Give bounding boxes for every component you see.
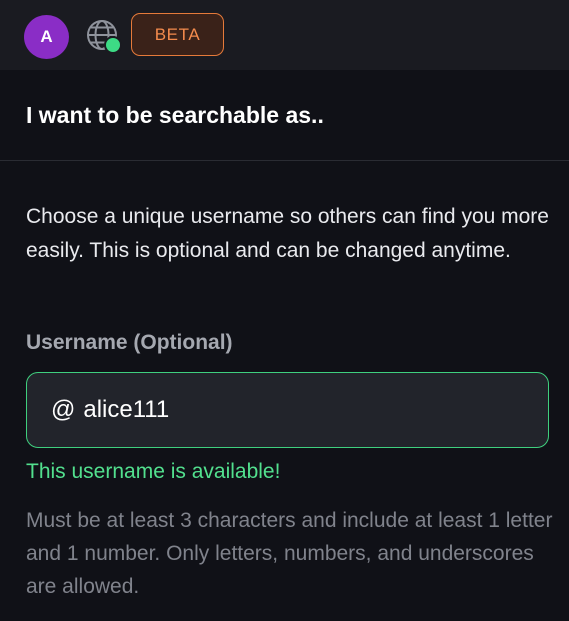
description-text: Choose a unique username so others can f… [26, 205, 549, 262]
beta-badge: BETA [131, 13, 224, 56]
online-status-dot [106, 38, 120, 52]
at-prefix: @ [51, 396, 76, 423]
username-input[interactable] [83, 396, 524, 424]
username-field[interactable]: @ [26, 372, 549, 448]
page-title: I want to be searchable as.. [26, 102, 324, 128]
network-status[interactable] [85, 18, 123, 56]
username-label: Username (Optional) [26, 331, 233, 354]
avatar[interactable]: A [24, 15, 69, 59]
page: A BETA I want to be searchable as.. Choo… [0, 0, 569, 621]
availability-status: This username is available! [26, 460, 281, 483]
divider [0, 160, 569, 161]
username-rules-hint: Must be at least 3 characters and includ… [26, 509, 553, 598]
top-bar: A BETA [0, 0, 569, 70]
